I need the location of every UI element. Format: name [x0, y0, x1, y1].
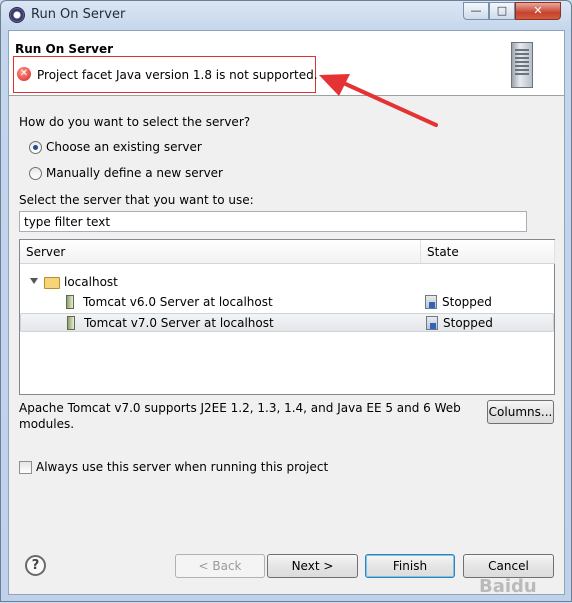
- finish-button[interactable]: Finish: [365, 554, 455, 578]
- dialog-window: Run On Server — □ ✕ Run On Server ✕ Proj…: [0, 0, 572, 602]
- group-label: localhost: [64, 275, 118, 289]
- maximize-button[interactable]: □: [489, 2, 515, 20]
- error-message-box: ✕ Project facet Java version 1.8 is not …: [13, 56, 318, 93]
- always-use-label[interactable]: Always use this server when running this…: [36, 460, 328, 474]
- tomcat-server-icon: [67, 316, 75, 330]
- table-row-selected[interactable]: Tomcat v7.0 Server at localhost Stopped: [20, 313, 554, 332]
- window-title: Run On Server: [31, 7, 126, 22]
- server-icon: [511, 42, 533, 88]
- always-use-checkbox[interactable]: [19, 461, 32, 474]
- new-server-radio[interactable]: [29, 167, 42, 180]
- title-bar[interactable]: Run On Server — □ ✕: [1, 1, 571, 29]
- folder-open-icon: [44, 277, 60, 289]
- dialog-client-area: Run On Server ✕ Project facet Java versi…: [8, 30, 565, 597]
- eclipse-icon: [9, 7, 25, 23]
- baidu-watermark: Baidu: [479, 576, 537, 597]
- server-state-icon: [426, 316, 438, 330]
- minimize-button[interactable]: —: [463, 2, 489, 20]
- server-name: Tomcat v6.0 Server at localhost: [83, 295, 273, 309]
- filter-label: Select the server that you want to use:: [19, 193, 254, 207]
- server-table[interactable]: Server State localhost Tomcat v6.0 Serve…: [19, 239, 555, 395]
- next-button[interactable]: Next >: [267, 554, 358, 578]
- columns-button[interactable]: Columns...: [487, 400, 554, 424]
- page-title: Run On Server: [15, 42, 114, 56]
- server-state: Stopped: [442, 295, 492, 309]
- back-button[interactable]: < Back: [175, 554, 265, 578]
- expand-triangle-icon[interactable]: [30, 278, 38, 284]
- error-icon: ✕: [17, 67, 31, 81]
- close-button[interactable]: ✕: [515, 2, 561, 20]
- selection-question: How do you want to select the server?: [19, 115, 251, 129]
- server-state: Stopped: [443, 316, 493, 330]
- existing-server-label[interactable]: Choose an existing server: [46, 140, 202, 154]
- server-state-icon: [425, 295, 437, 309]
- column-header-state[interactable]: State: [421, 240, 555, 264]
- help-icon[interactable]: ?: [25, 555, 46, 576]
- server-name: Tomcat v7.0 Server at localhost: [84, 316, 274, 330]
- server-description: Apache Tomcat v7.0 supports J2EE 1.2, 1.…: [19, 401, 461, 431]
- wizard-header: Run On Server ✕ Project facet Java versi…: [9, 31, 564, 96]
- error-message: Project facet Java version 1.8 is not su…: [37, 68, 318, 82]
- filter-input[interactable]: [19, 211, 527, 232]
- table-row[interactable]: Tomcat v6.0 Server at localhost Stopped: [20, 293, 554, 312]
- tomcat-server-icon: [66, 295, 74, 309]
- existing-server-radio[interactable]: [29, 141, 42, 154]
- tree-group-localhost[interactable]: localhost: [20, 273, 554, 292]
- new-server-label[interactable]: Manually define a new server: [46, 166, 223, 180]
- column-header-server[interactable]: Server: [20, 240, 421, 264]
- cancel-button[interactable]: Cancel: [463, 554, 554, 578]
